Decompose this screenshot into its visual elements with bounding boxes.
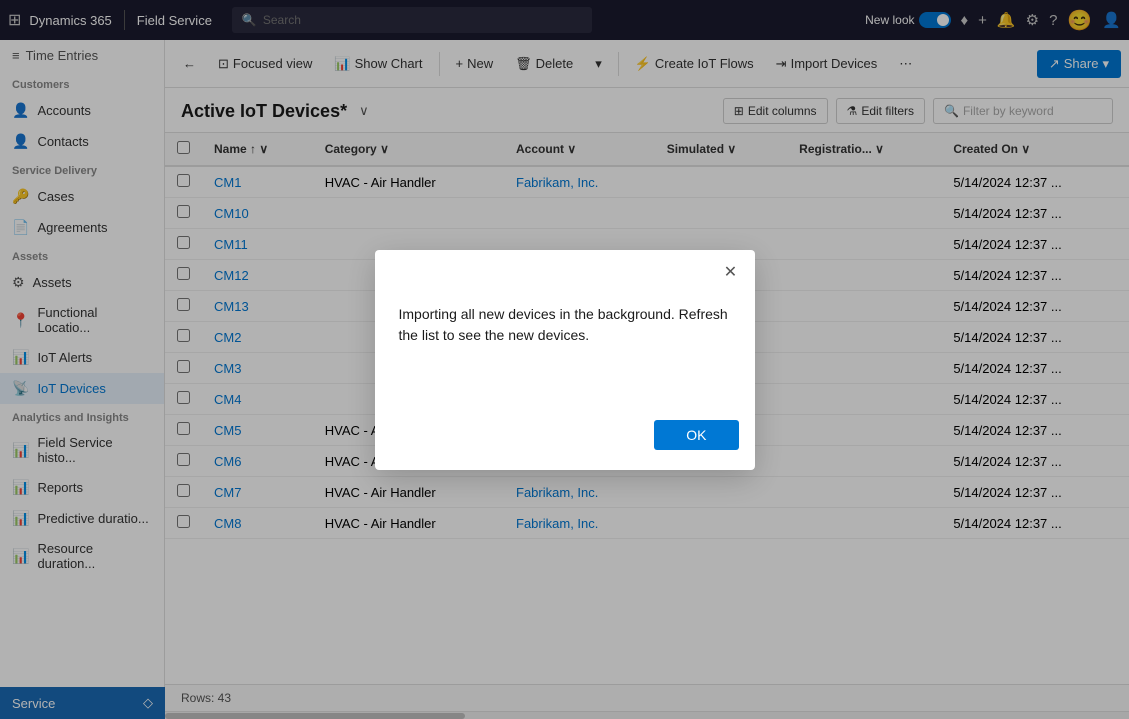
modal-body: Importing all new devices in the backgro… xyxy=(375,288,755,408)
modal-overlay: ✕ Importing all new devices in the backg… xyxy=(0,0,1129,719)
import-dialog: ✕ Importing all new devices in the backg… xyxy=(375,250,755,470)
close-icon: ✕ xyxy=(724,262,737,282)
modal-header: ✕ xyxy=(375,250,755,288)
modal-message: Importing all new devices in the backgro… xyxy=(399,306,728,343)
modal-ok-label: OK xyxy=(686,427,706,443)
modal-ok-button[interactable]: OK xyxy=(654,420,738,450)
modal-close-button[interactable]: ✕ xyxy=(719,260,743,284)
modal-footer: OK xyxy=(375,408,755,470)
